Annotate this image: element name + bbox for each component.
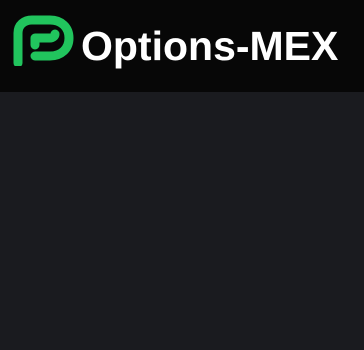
p-logo-icon[interactable] [11,14,75,66]
top-header: Options-MEX [0,0,364,92]
main-content-area [0,92,364,350]
brand-name[interactable]: Options-MEX [81,22,338,70]
